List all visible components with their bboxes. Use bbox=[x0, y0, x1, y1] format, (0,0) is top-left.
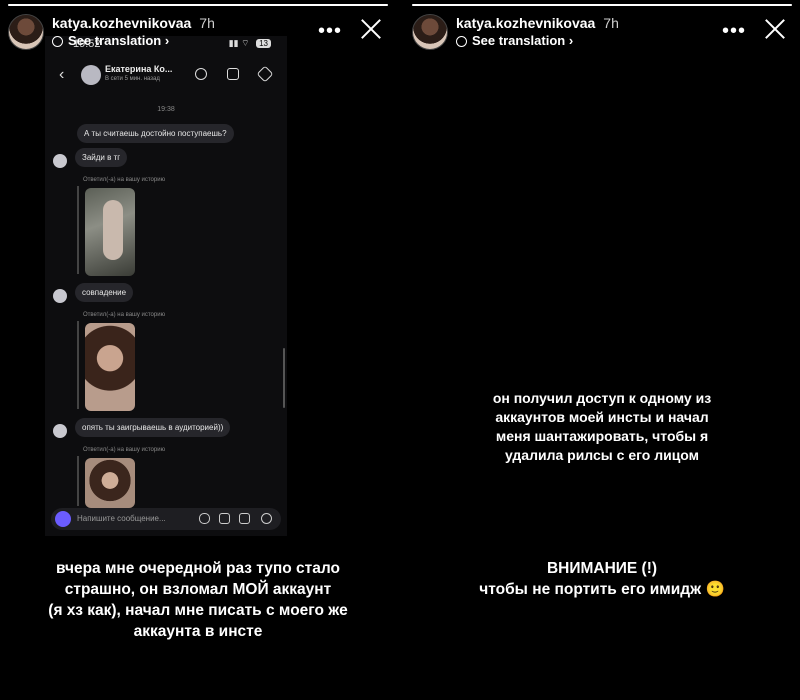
story-progress-bar bbox=[8, 4, 388, 6]
username[interactable]: katya.kozhevnikovaa 7h bbox=[52, 15, 215, 31]
reply-bar bbox=[77, 186, 79, 274]
globe-icon bbox=[52, 36, 63, 47]
sender-avatar bbox=[53, 289, 67, 303]
message-composer: Напишите сообщение... bbox=[51, 508, 281, 530]
story-header: katya.kozhevnikovaa 7h See translation › … bbox=[8, 14, 388, 50]
phone-call-icon bbox=[195, 68, 207, 80]
embedded-chat-screenshot: 19:52 ▮▮ ⌔ 13 ‹ Екатерина Ко... В сети 5… bbox=[45, 36, 287, 536]
username[interactable]: katya.kozhevnikovaa 7h bbox=[456, 15, 619, 31]
more-options-icon[interactable]: ••• bbox=[722, 20, 746, 43]
composer-placeholder: Напишите сообщение... bbox=[77, 514, 166, 523]
text-line: удалила рилсы с его лицом bbox=[504, 447, 700, 463]
video-call-icon bbox=[227, 68, 239, 80]
story-caption: вчера мне очередной раз тупо стало страш… bbox=[0, 558, 396, 642]
reply-label: Ответил(-а) на вашу историю bbox=[83, 177, 166, 183]
user-avatar[interactable] bbox=[8, 14, 44, 50]
close-icon[interactable] bbox=[358, 16, 384, 42]
text-line: меня шантажировать, чтобы я bbox=[495, 428, 709, 444]
text-line: аккаунтов моей инсты и начал bbox=[495, 409, 709, 425]
story-thumbnail bbox=[85, 188, 135, 276]
scrollbar bbox=[283, 348, 285, 408]
plus-icon bbox=[261, 513, 272, 524]
tag-icon bbox=[256, 65, 274, 83]
message-bubble: А ты считаешь достойно поступаешь? bbox=[77, 124, 234, 143]
chat-header: ‹ Екатерина Ко... В сети 5 мин. назад bbox=[45, 62, 287, 92]
caption-line: вчера мне очередной раз тупо стало bbox=[56, 560, 340, 577]
post-time: 7h bbox=[199, 15, 215, 31]
caption-line: (я хз как), начал мне писать с моего же bbox=[48, 602, 348, 619]
chat-timestamp: 19:38 bbox=[157, 106, 175, 113]
story-panel-right[interactable]: katya.kozhevnikovaa 7h See translation › … bbox=[404, 0, 800, 700]
see-translation-button[interactable]: See translation › bbox=[52, 33, 169, 48]
story-thumbnail bbox=[85, 458, 135, 508]
sticker-icon bbox=[239, 513, 250, 524]
story-thumbnail bbox=[85, 323, 135, 411]
story-panel-left[interactable]: 19:52 ▮▮ ⌔ 13 ‹ Екатерина Ко... В сети 5… bbox=[0, 0, 396, 700]
text-line: ВНИМАНИЕ (!) bbox=[546, 560, 658, 577]
back-arrow-icon: ‹ bbox=[59, 66, 65, 83]
story-header: katya.kozhevnikovaa 7h See translation › … bbox=[412, 14, 792, 50]
story-progress-fill bbox=[8, 4, 388, 6]
message-bubble: Зайди в тг bbox=[75, 148, 128, 167]
text-line: он получил доступ к одному из bbox=[492, 390, 712, 406]
contact-status: В сети 5 мин. назад bbox=[105, 76, 160, 82]
user-avatar[interactable] bbox=[412, 14, 448, 50]
camera-icon bbox=[55, 511, 71, 527]
microphone-icon bbox=[199, 513, 210, 524]
caption-line: страшно, он взломал МОЙ аккаунт bbox=[64, 581, 332, 598]
reply-label: Ответил(-а) на вашу историю bbox=[83, 312, 166, 318]
more-options-icon[interactable]: ••• bbox=[318, 20, 342, 43]
story-progress-bar bbox=[412, 4, 792, 6]
story-text-block: он получил доступ к одному из аккаунтов … bbox=[404, 389, 800, 465]
story-progress-fill bbox=[412, 4, 792, 6]
sender-avatar bbox=[53, 424, 67, 438]
contact-name: Екатерина Ко... bbox=[105, 64, 173, 74]
text-line: чтобы не портить его имидж 🙂 bbox=[479, 581, 725, 598]
sender-avatar bbox=[53, 154, 67, 168]
message-bubble: совпадение bbox=[75, 283, 134, 302]
reply-label: Ответил(-а) на вашу историю bbox=[83, 447, 166, 453]
reply-bar bbox=[77, 456, 79, 506]
post-time: 7h bbox=[603, 15, 619, 31]
message-bubble: опять ты заигрываешь в аудиторией)) bbox=[75, 418, 231, 437]
contact-avatar bbox=[81, 65, 101, 85]
caption-line: аккаунта в инсте bbox=[133, 623, 263, 640]
story-text-block: ВНИМАНИЕ (!) чтобы не портить его имидж … bbox=[404, 558, 800, 600]
see-translation-button[interactable]: See translation › bbox=[456, 33, 573, 48]
close-icon[interactable] bbox=[762, 16, 788, 42]
reply-bar bbox=[77, 321, 79, 409]
globe-icon bbox=[456, 36, 467, 47]
image-icon bbox=[219, 513, 230, 524]
